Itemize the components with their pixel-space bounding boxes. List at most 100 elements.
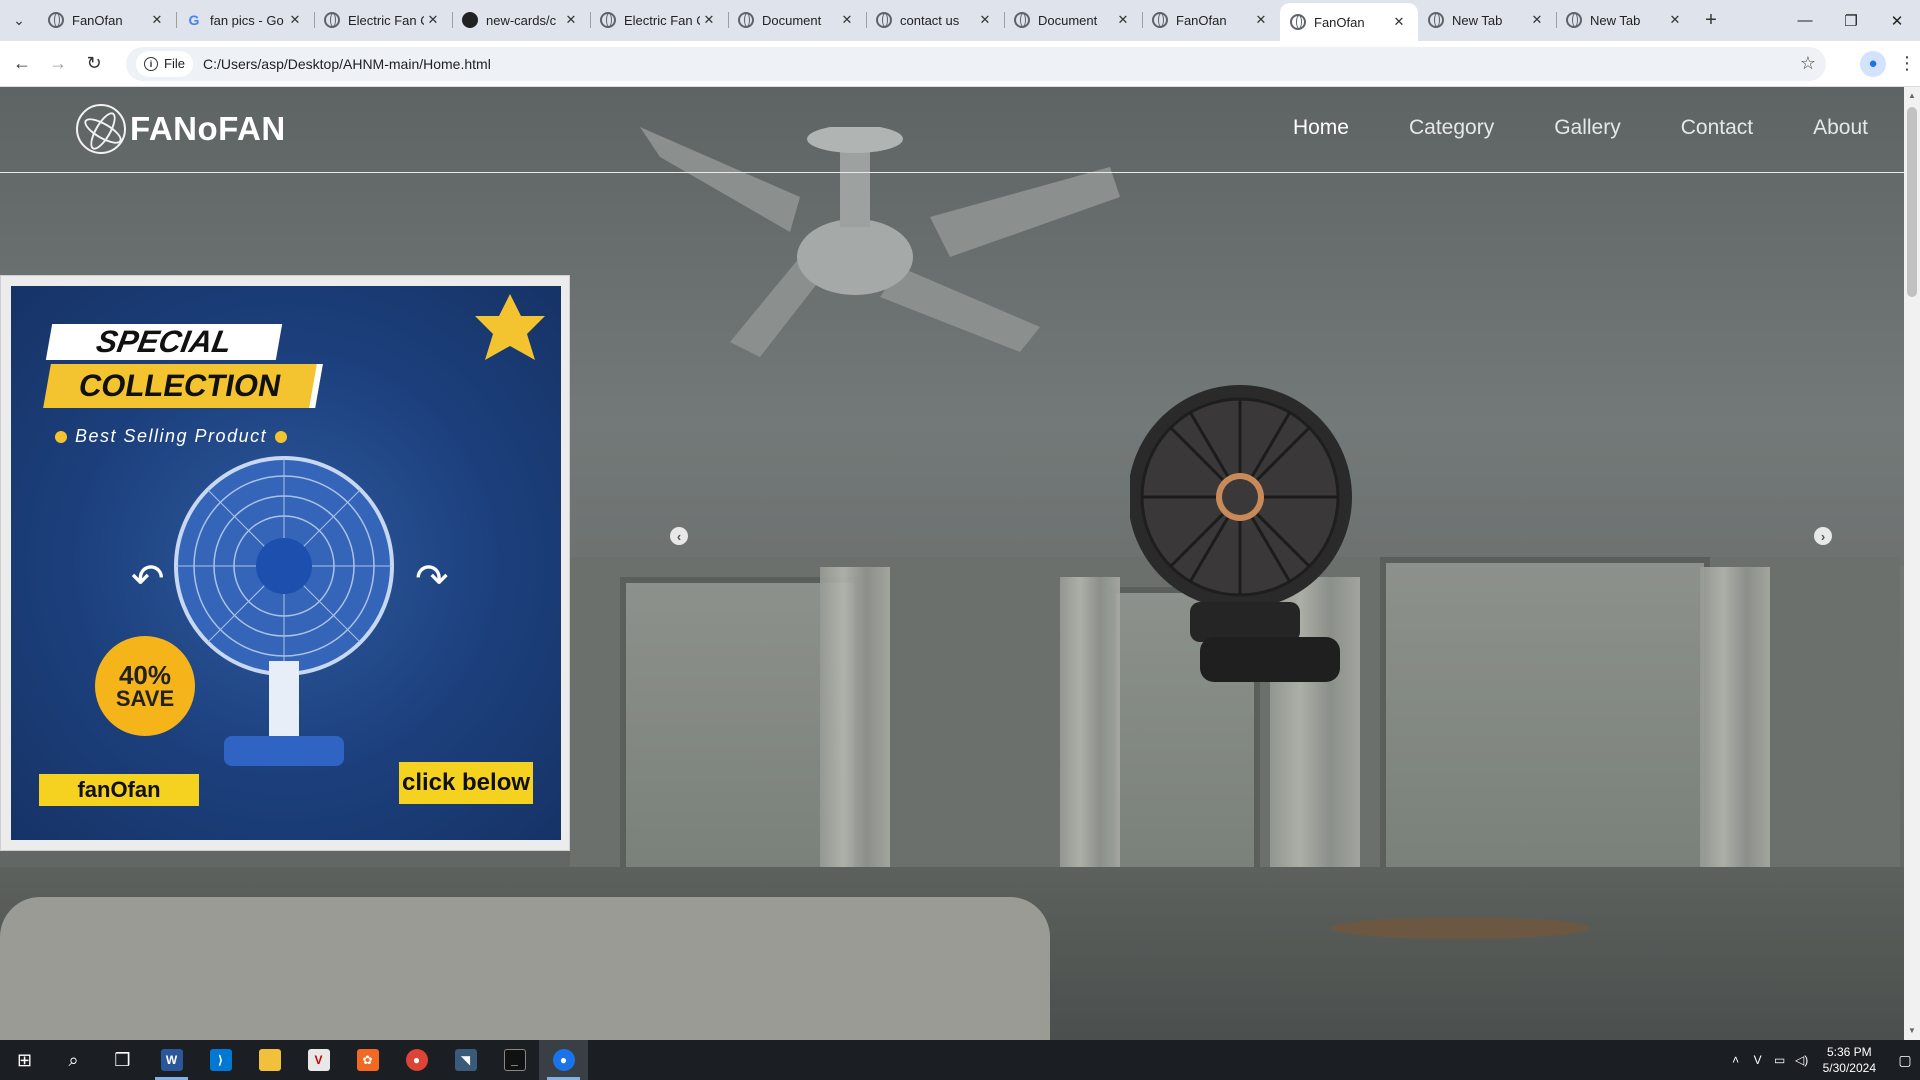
browser-tab[interactable]: FanOfan ✕ <box>38 3 176 37</box>
desk-fan-image <box>174 456 394 766</box>
chevron-up-icon[interactable]: ˄ <box>1725 1053 1747 1067</box>
tray-app-icon[interactable]: V <box>1747 1053 1769 1067</box>
profile-avatar[interactable]: ● <box>1860 50 1886 77</box>
logo-text: FANoFAN <box>130 110 286 147</box>
close-icon[interactable]: ✕ <box>1252 11 1270 29</box>
close-icon[interactable]: ✕ <box>1390 13 1408 31</box>
chevron-right-icon: › <box>1820 528 1826 544</box>
close-icon[interactable]: ✕ <box>562 11 580 29</box>
promo-card[interactable]: SPECIAL COLLECTION Best Selling Product … <box>0 275 570 851</box>
close-icon[interactable]: ✕ <box>1528 11 1546 29</box>
close-icon[interactable]: ✕ <box>148 11 166 29</box>
close-icon[interactable]: ✕ <box>700 11 718 29</box>
window-controls: — ❐ ✕ <box>1782 0 1920 41</box>
promo-tagline: Best Selling Product <box>47 426 295 447</box>
browser-tab-active[interactable]: FanOfan ✕ <box>1280 3 1418 41</box>
scroll-up-icon[interactable]: ▲ <box>1907 91 1917 101</box>
tab-title: FanOfan <box>1314 14 1365 30</box>
taskbar-app[interactable]: ◥ <box>441 1040 490 1080</box>
tab-search-button[interactable]: ⌄ <box>0 0 38 41</box>
page-scrollbar[interactable]: ▲ ▼ <box>1904 87 1920 1040</box>
system-clock[interactable]: 5:36 PM 5/30/2024 <box>1823 1044 1876 1076</box>
tab-title: FanOfan <box>1176 12 1227 28</box>
arrow-right-icon: → <box>49 53 67 73</box>
nav-contact[interactable]: Contact <box>1681 116 1753 140</box>
restore-button[interactable]: ❐ <box>1828 0 1874 41</box>
search-icon: ⌕ <box>68 1049 79 1070</box>
carousel-next-button[interactable]: › <box>1814 527 1832 545</box>
taskbar-app[interactable]: ✿ <box>343 1040 392 1080</box>
browser-tab[interactable]: new-cards/c ✕ <box>452 3 590 37</box>
browser-tab[interactable]: Electric Fan C ✕ <box>590 3 728 37</box>
browser-tab[interactable]: FanOfan ✕ <box>1142 3 1280 37</box>
browser-tab[interactable]: New Tab ✕ <box>1418 3 1556 37</box>
tab-title: fan pics - Go <box>210 12 284 28</box>
back-button[interactable]: ← <box>4 46 40 82</box>
curtain <box>1060 577 1120 887</box>
person-icon: ● <box>1868 55 1878 72</box>
address-bar[interactable]: i File C:/Users/asp/Desktop/AHNM-main/Ho… <box>126 46 1826 81</box>
curtain <box>1700 567 1770 887</box>
curved-arrow-right-icon: ↷ <box>415 557 449 601</box>
taskbar-chrome[interactable]: ● <box>392 1040 441 1080</box>
tab-title: New Tab <box>1590 12 1641 28</box>
close-window-button[interactable]: ✕ <box>1874 0 1920 41</box>
task-view-button[interactable]: ❒ <box>98 1040 147 1080</box>
clock-date: 5/30/2024 <box>1822 1061 1876 1075</box>
curtain <box>820 567 890 887</box>
browser-tab[interactable]: contact us ✕ <box>866 3 1004 37</box>
close-icon[interactable]: ✕ <box>1666 11 1684 29</box>
start-button[interactable]: ⊞ <box>0 1040 49 1080</box>
network-icon[interactable]: ▭ <box>1769 1053 1791 1067</box>
room-window <box>1380 557 1710 877</box>
minimize-icon: — <box>1797 12 1813 29</box>
taskbar-vscode[interactable]: ⟩ <box>196 1040 245 1080</box>
close-icon[interactable]: ✕ <box>1114 11 1132 29</box>
site-info-chip[interactable]: i File <box>136 50 193 77</box>
close-icon[interactable]: ✕ <box>424 11 442 29</box>
close-icon[interactable]: ✕ <box>976 11 994 29</box>
site-navbar: FANoFAN Home Category Gallery Contact Ab… <box>0 87 1904 173</box>
url-text[interactable]: C:/Users/asp/Desktop/AHNM-main/Home.html <box>203 56 1800 72</box>
browser-menu-icon[interactable]: ⋮ <box>1898 53 1916 74</box>
taskbar-chrome-active[interactable]: ● <box>539 1040 588 1080</box>
taskbar-search[interactable]: ⌕ <box>49 1040 98 1080</box>
chevron-down-icon: ⌄ <box>13 12 25 28</box>
volume-icon[interactable]: ◁) <box>1791 1053 1813 1067</box>
browser-tab[interactable]: G fan pics - Go ✕ <box>176 3 314 37</box>
notification-icon[interactable]: ▢ <box>1890 1052 1920 1069</box>
minimize-button[interactable]: — <box>1782 0 1828 41</box>
carousel-prev-button[interactable]: ‹ <box>670 527 688 545</box>
taskbar-word[interactable]: W <box>147 1040 196 1080</box>
nav-category[interactable]: Category <box>1409 116 1494 140</box>
dot-icon <box>55 430 67 443</box>
globe-icon <box>738 12 754 28</box>
browser-tab[interactable]: New Tab ✕ <box>1556 3 1694 37</box>
discount-badge: 40% SAVE <box>95 636 195 736</box>
site-logo[interactable]: FANoFAN <box>76 104 286 154</box>
nav-about[interactable]: About <box>1813 116 1868 140</box>
new-tab-button[interactable]: + <box>1694 3 1728 37</box>
browser-tab[interactable]: Electric Fan C ✕ <box>314 3 452 37</box>
close-icon[interactable]: ✕ <box>838 11 856 29</box>
close-icon[interactable]: ✕ <box>286 11 304 29</box>
taskbar-app[interactable]: V <box>294 1040 343 1080</box>
tab-title: new-cards/c <box>486 12 557 28</box>
nav-home[interactable]: Home <box>1293 116 1349 140</box>
nav-gallery[interactable]: Gallery <box>1554 116 1621 140</box>
scroll-thumb[interactable] <box>1907 107 1917 297</box>
browser-tab[interactable]: Document ✕ <box>1004 3 1142 37</box>
sofa <box>0 897 1050 1040</box>
browser-tab[interactable]: Document ✕ <box>728 3 866 37</box>
scroll-down-icon[interactable]: ▼ <box>1907 1026 1917 1036</box>
bookmark-star-icon[interactable]: ☆ <box>1800 53 1816 74</box>
reload-button[interactable]: ↻ <box>76 46 112 82</box>
forward-button[interactable]: → <box>40 46 76 82</box>
tab-strip: ⌄ FanOfan ✕ G fan pics - Go ✕ Electric F… <box>0 0 1920 41</box>
app-icon: V <box>307 1049 330 1071</box>
github-icon <box>462 12 478 28</box>
taskbar-terminal[interactable]: _ <box>490 1040 539 1080</box>
windows-start-icon: ⊞ <box>16 1049 33 1070</box>
taskbar-file-explorer[interactable] <box>245 1040 294 1080</box>
star-icon <box>475 294 545 360</box>
